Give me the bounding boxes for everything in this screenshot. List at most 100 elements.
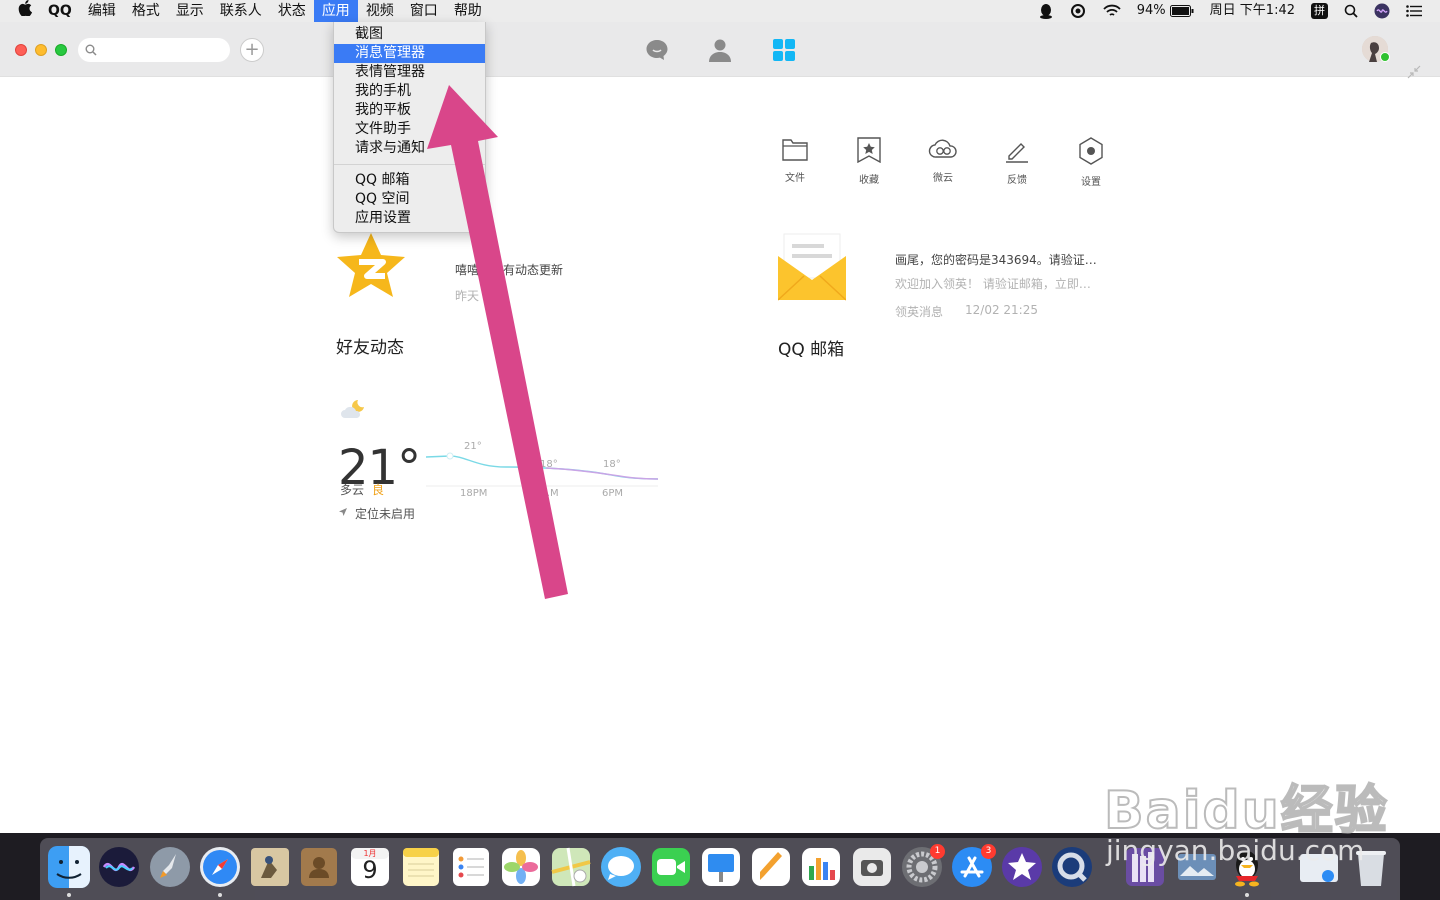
menu-view[interactable]: 显示 — [168, 0, 212, 22]
cloud-icon — [928, 139, 957, 158]
messages-tab-icon[interactable] — [643, 36, 671, 64]
menubar: QQ 编辑 格式 显示 联系人 状态 应用 视频 窗口 帮助 94% 周日 下午… — [0, 0, 1440, 22]
launchpad-icon[interactable] — [149, 846, 191, 888]
menu-item-qq-mail[interactable]: QQ 邮箱 — [334, 171, 485, 190]
messages-app-icon[interactable] — [600, 846, 642, 888]
creative-cloud-icon[interactable] — [1061, 4, 1095, 18]
apps-tab-icon[interactable] — [770, 36, 798, 64]
trend-label-2: 18° — [540, 459, 558, 470]
contacts-app-icon[interactable] — [298, 846, 340, 888]
screenshot-app-icon[interactable] — [851, 846, 893, 888]
clock[interactable]: 周日 下午1:42 — [1202, 0, 1303, 22]
quick-favorites[interactable]: 收藏 — [849, 137, 889, 186]
maps-icon[interactable] — [550, 846, 592, 888]
siri-app-icon[interactable] — [98, 846, 140, 888]
watermark-baidu: Baidu经验 — [1103, 780, 1389, 842]
quick-files[interactable]: 文件 — [775, 137, 815, 184]
trend-time-2: …M — [540, 488, 559, 499]
numbers-icon[interactable] — [800, 846, 842, 888]
search-input[interactable] — [78, 38, 230, 62]
imovie-icon[interactable] — [1001, 846, 1043, 888]
mail-envelope-icon[interactable] — [778, 232, 846, 302]
menu-contacts[interactable]: 联系人 — [212, 0, 270, 22]
battery-percent: 94% — [1136, 3, 1166, 18]
siri-icon[interactable] — [1366, 3, 1398, 19]
qzone-time: 昨天 …9 — [455, 289, 503, 303]
qq-running-dot — [1245, 893, 1249, 897]
online-status-dot — [1380, 52, 1390, 62]
pencil-icon — [1006, 143, 1028, 163]
watermark-url: jingyan.baidu.com — [1106, 834, 1365, 867]
menu-item-qzone[interactable]: QQ 空间 — [334, 190, 485, 209]
menu-item-file-assistant[interactable]: 文件助手 — [334, 120, 485, 139]
menu-separator — [334, 164, 485, 165]
menu-window[interactable]: 窗口 — [402, 0, 446, 22]
quick-weiyun[interactable]: 微云 — [923, 137, 963, 184]
menu-item-app-settings[interactable]: 应用设置 — [334, 209, 485, 228]
mail-preview: 欢迎加入领英！ 请验证邮箱，立即… — [895, 277, 1091, 291]
input-method-icon[interactable]: 拼 — [1303, 3, 1336, 19]
qzone-title[interactable]: 好友动态 — [336, 333, 404, 358]
quick-settings[interactable]: 设置 — [1071, 137, 1111, 188]
weather-condition: 多云 — [340, 483, 365, 497]
quick-feedback[interactable]: 反馈 — [997, 137, 1037, 186]
menu-apps[interactable]: 应用 — [313, 0, 358, 22]
menu-item-my-tablet[interactable]: 我的平板 — [334, 101, 485, 120]
facetime-icon[interactable] — [650, 846, 692, 888]
app-store-badge: 3 — [981, 844, 996, 859]
mail-time: 12/02 21:25 — [965, 303, 1038, 317]
mail-subject[interactable]: 画尾，您的密码是343694。请验证… — [895, 251, 1097, 268]
qzone-status: 嘻嘻…没有动态更新 — [455, 263, 564, 277]
safari-icon[interactable] — [199, 846, 241, 888]
partly-cloudy-night-icon — [341, 400, 364, 418]
menu-item-screenshot[interactable]: 截图 — [334, 25, 485, 44]
spotlight-search-icon[interactable] — [1336, 4, 1366, 18]
photos-icon[interactable] — [500, 846, 542, 888]
hexagon-settings-icon — [1079, 137, 1103, 165]
apple-menu-icon[interactable] — [0, 0, 40, 22]
air-quality: 良 — [372, 483, 385, 497]
mail-app-icon[interactable] — [249, 846, 291, 888]
menu-item-my-phone[interactable]: 我的手机 — [334, 82, 485, 101]
collapse-icon[interactable] — [1406, 64, 1422, 80]
menu-format[interactable]: 格式 — [124, 0, 168, 22]
close-window-button[interactable] — [15, 44, 27, 56]
trend-label-3: 18° — [603, 459, 621, 470]
battery-icon — [1169, 5, 1194, 17]
window-titlebar: + — [0, 22, 1440, 80]
menu-status[interactable]: 状态 — [270, 0, 314, 22]
quicktime-icon[interactable] — [1051, 846, 1093, 888]
status-area: 94% 周日 下午1:42 拼 — [1031, 0, 1440, 22]
location-arrow-icon — [339, 508, 347, 516]
menu-video[interactable]: 视频 — [358, 0, 402, 22]
qq-main-window: + 文件 收藏 微云 反馈 设置 好友动态 嘻嘻…没有动态更新 昨天 …9 QQ… — [0, 22, 1440, 833]
menu-item-message-manager[interactable]: 消息管理器 — [334, 44, 485, 63]
zoom-window-button[interactable] — [55, 44, 67, 56]
keynote-icon[interactable] — [700, 846, 742, 888]
trend-time-1: 18PM — [460, 488, 488, 499]
notes-icon[interactable] — [400, 846, 442, 888]
contacts-tab-icon[interactable] — [706, 36, 734, 64]
finder-icon[interactable] — [48, 846, 90, 888]
system-preferences-badge: 1 — [930, 844, 945, 859]
menu-item-emoji-manager[interactable]: 表情管理器 — [334, 63, 485, 82]
folder-icon — [782, 139, 808, 161]
pages-icon[interactable] — [750, 846, 792, 888]
qq-status-icon[interactable] — [1031, 3, 1061, 19]
battery-status[interactable]: 94% — [1129, 0, 1202, 22]
qzone-star-icon[interactable] — [333, 230, 409, 306]
trend-time-3: 6PM — [602, 488, 624, 499]
wifi-icon[interactable] — [1095, 4, 1129, 18]
menu-item-requests-notifications[interactable]: 请求与通知 — [334, 139, 485, 158]
bookmark-star-icon — [857, 137, 881, 163]
menu-help[interactable]: 帮助 — [446, 0, 490, 22]
add-button[interactable]: + — [240, 38, 264, 62]
location-status[interactable]: 定位未启用 — [355, 505, 415, 522]
mail-title[interactable]: QQ 邮箱 — [778, 335, 844, 360]
menu-app-name[interactable]: QQ — [40, 0, 80, 22]
minimize-window-button[interactable] — [35, 44, 47, 56]
reminders-icon[interactable] — [450, 846, 492, 888]
safari-running-dot — [218, 893, 222, 897]
menu-edit[interactable]: 编辑 — [80, 0, 124, 22]
notification-center-icon[interactable] — [1398, 5, 1440, 17]
